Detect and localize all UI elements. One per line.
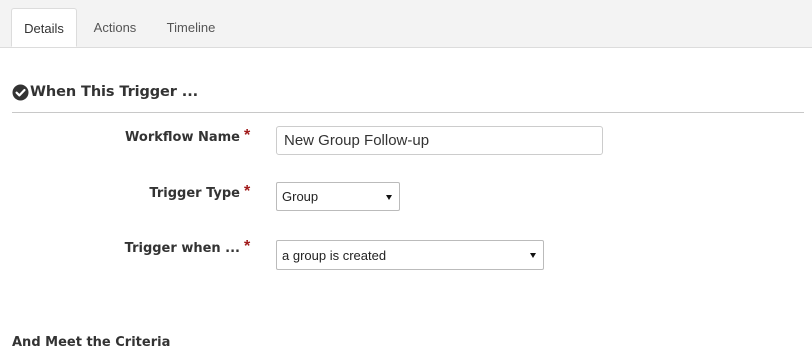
trigger-when-label: Trigger when ... xyxy=(124,241,240,256)
tab-actions[interactable]: Actions xyxy=(84,8,146,47)
trigger-when-selected-value: a group is created xyxy=(282,247,387,263)
required-marker: * xyxy=(244,183,251,200)
section-divider xyxy=(12,112,804,113)
trigger-type-select[interactable]: Group xyxy=(276,182,400,211)
check-circle-icon xyxy=(12,84,29,101)
tab-bar: Details Actions Timeline xyxy=(0,0,812,48)
dropdown-arrow-icon xyxy=(386,194,392,200)
trigger-when-select[interactable]: a group is created xyxy=(276,240,544,270)
workflow-name-input[interactable] xyxy=(276,126,603,155)
tab-details[interactable]: Details xyxy=(11,8,77,47)
section-header: When This Trigger ... xyxy=(12,80,198,104)
dropdown-arrow-icon xyxy=(530,253,536,258)
workflow-name-label: Workflow Name xyxy=(125,130,240,145)
required-marker: * xyxy=(244,238,251,255)
workflow-trigger-page: Details Actions Timeline When This Trigg… xyxy=(0,0,812,353)
trigger-type-label: Trigger Type xyxy=(149,186,240,201)
criteria-heading: And Meet the Criteria xyxy=(12,335,171,350)
tab-timeline[interactable]: Timeline xyxy=(156,8,226,47)
trigger-type-selected-value: Group xyxy=(282,189,319,204)
section-title: When This Trigger ... xyxy=(30,84,199,100)
required-marker: * xyxy=(244,127,251,144)
